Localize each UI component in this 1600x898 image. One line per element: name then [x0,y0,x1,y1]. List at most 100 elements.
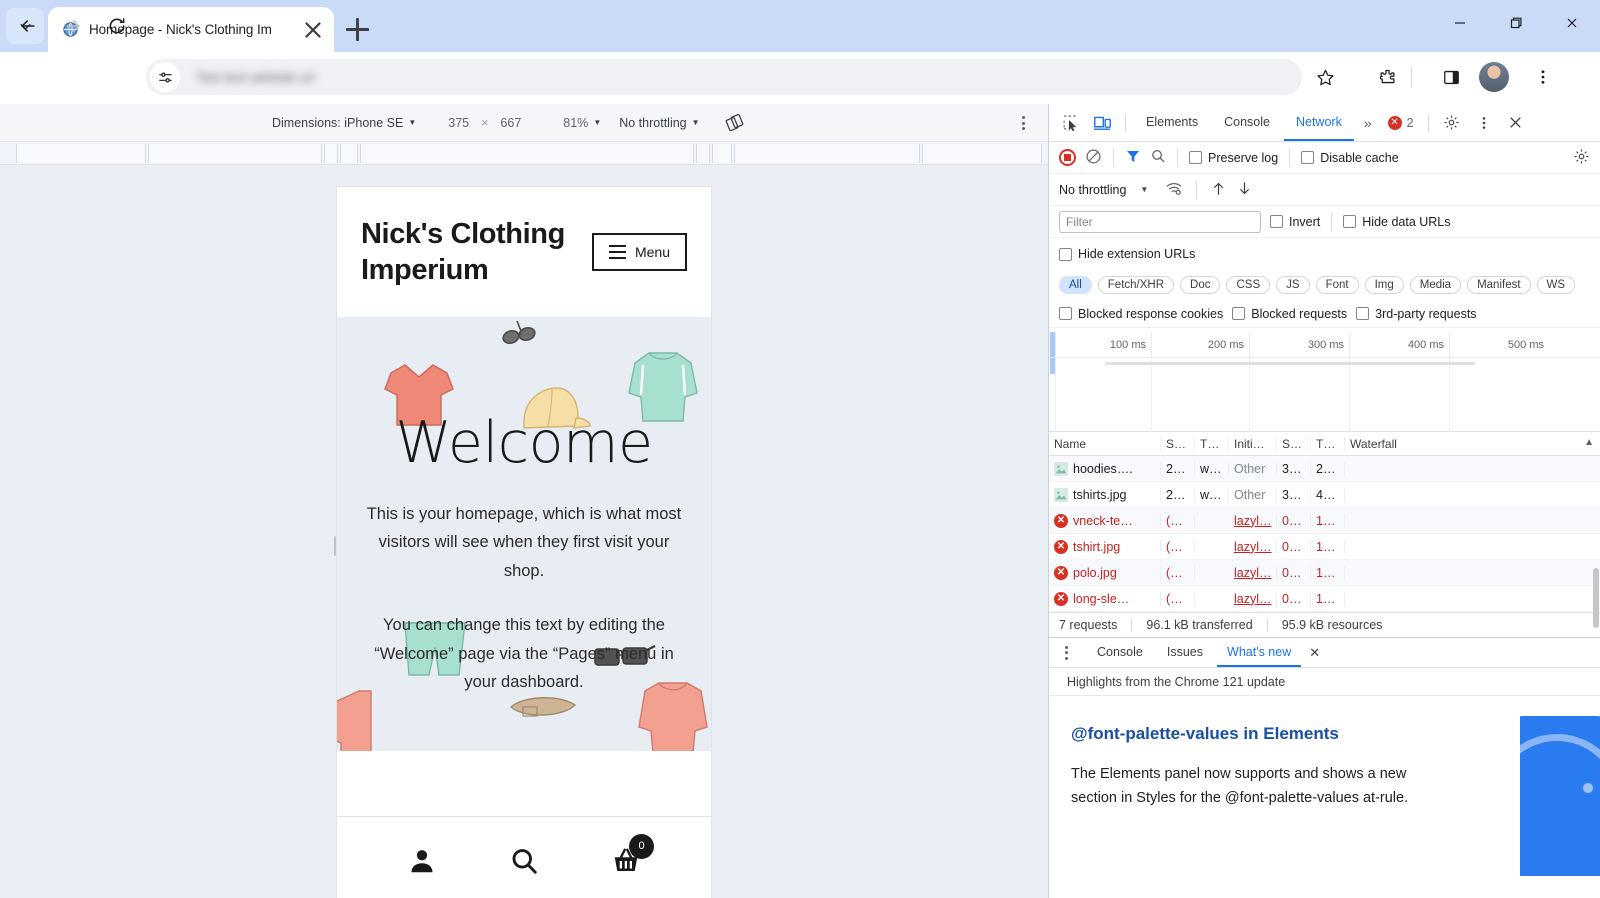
request-initiator-link[interactable]: lazyl… [1234,514,1272,528]
close-window-button[interactable] [1544,0,1600,46]
throttling-label: No throttling [619,115,687,130]
column-header-time[interactable]: T… [1311,436,1345,451]
account-person-icon[interactable] [407,846,437,881]
column-header-type[interactable]: T… [1195,436,1229,451]
media-query-ruler[interactable] [0,142,1048,165]
clear-network-icon[interactable] [1085,148,1102,168]
site-logo[interactable]: Nick's Clothing Imperium [361,216,576,289]
network-overview-timeline[interactable]: 100 ms 200 ms 300 ms 400 ms 500 ms [1049,332,1600,432]
more-tabs-chevron-icon[interactable]: » [1356,115,1380,131]
bookmark-star-icon[interactable] [1308,60,1342,94]
maximize-window-button[interactable] [1488,0,1544,46]
search-magnifier-icon[interactable] [509,846,539,881]
table-row[interactable]: hoodies…. 2… w… Other 3… 2… [1049,456,1600,482]
devtools-close-icon[interactable] [1501,109,1531,137]
device-toolbar-icon[interactable] [1087,109,1117,137]
chip-all[interactable]: All [1059,276,1092,294]
request-initiator-link[interactable]: lazyl… [1234,540,1272,554]
inspect-element-icon[interactable] [1055,109,1085,137]
chrome-menu-icon[interactable] [1526,60,1560,94]
drawer-more-icon[interactable] [1057,642,1075,664]
forward-button[interactable] [56,9,90,43]
chip-img[interactable]: Img [1364,276,1404,294]
chip-ws[interactable]: WS [1536,276,1576,294]
chip-manifest[interactable]: Manifest [1467,276,1531,294]
zoom-selector[interactable]: 81% ▼ [563,116,601,130]
rotate-device-icon[interactable] [722,110,748,136]
disable-cache-checkbox[interactable]: Disable cache [1301,151,1399,165]
tab-console[interactable]: Console [1212,104,1282,141]
hide-data-urls-checkbox[interactable]: Hide data URLs [1343,215,1451,229]
column-header-waterfall[interactable]: Waterfall [1345,437,1600,451]
request-initiator-link[interactable]: lazyl… [1234,592,1272,606]
funnel-filter-icon[interactable] [1125,148,1141,167]
column-header-size[interactable]: S… [1277,436,1311,451]
device-toolbar-more-icon[interactable] [1014,114,1032,132]
sort-chevron-icon[interactable]: ▲ [1584,437,1594,448]
network-settings-gear-icon[interactable] [1573,148,1590,168]
chip-js[interactable]: JS [1276,276,1310,294]
network-conditions-icon[interactable] [1165,179,1183,200]
network-throttling-selector[interactable]: No throttling ▼ [619,116,699,130]
record-stop-icon[interactable] [1059,149,1076,166]
chip-fetch-xhr[interactable]: Fetch/XHR [1097,276,1175,294]
request-initiator-link[interactable]: lazyl… [1234,566,1272,580]
column-header-status[interactable]: S… [1161,436,1195,451]
network-filter-input[interactable] [1059,210,1261,233]
third-party-requests-checkbox[interactable]: 3rd-party requests [1356,307,1477,321]
column-header-name[interactable]: Name [1049,436,1161,451]
new-tab-button[interactable] [340,12,375,47]
whats-new-thumbnail [1520,716,1600,876]
address-bar[interactable]: Test text website url [146,59,1302,95]
column-header-initiator[interactable]: Initi… [1229,436,1277,451]
invert-checkbox[interactable]: Invert [1270,215,1320,229]
table-row[interactable]: ✕ long-sle… (… lazyl… 0… 1… [1049,586,1600,612]
toolbar-divider [1411,66,1412,88]
hide-extension-urls-checkbox[interactable]: Hide extension URLs [1059,247,1195,261]
blocked-requests-checkbox[interactable]: Blocked requests [1232,307,1347,321]
browser-tab[interactable]: Homepage - Nick's Clothing Im [48,7,334,52]
profile-avatar[interactable] [1479,62,1509,92]
whats-new-article-title[interactable]: @font-palette-values in Elements [1071,724,1578,744]
device-preset-selector[interactable]: Dimensions: iPhone SE ▼ [272,116,416,130]
extensions-puzzle-icon[interactable] [1370,60,1404,94]
tab-network[interactable]: Network [1283,104,1354,141]
reload-button[interactable] [100,9,134,43]
chip-css[interactable]: CSS [1226,276,1271,294]
whats-new-content: @font-palette-values in Elements The Ele… [1049,696,1600,876]
site-settings-tune-icon[interactable] [150,62,180,92]
close-tab-icon[interactable] [300,17,326,43]
viewport-height-input[interactable]: 667 [500,116,521,130]
minimize-window-button[interactable] [1432,0,1488,46]
chip-media[interactable]: Media [1409,276,1462,294]
chip-doc[interactable]: Doc [1180,276,1221,294]
viewport-width-input[interactable]: 375 [448,116,469,130]
table-row[interactable]: ✕ tshirt.jpg (… lazyl… 0… 1… [1049,534,1600,560]
gear-icon[interactable] [1437,109,1467,137]
table-row[interactable]: ✕ polo.jpg (… lazyl… 0… 1… [1049,560,1600,586]
import-har-icon[interactable] [1210,180,1227,200]
chevron-down-icon: ▼ [593,118,602,127]
blocked-response-cookies-checkbox[interactable]: Blocked response cookies [1059,307,1223,321]
table-row[interactable]: tshirts.jpg 2… w… Other 3… 4… [1049,482,1600,508]
devtools-more-icon[interactable] [1469,109,1499,137]
table-row[interactable]: ✕ vneck-te… (… lazyl… 0… 1… [1049,508,1600,534]
tab-elements[interactable]: Elements [1134,104,1210,141]
close-drawer-tab-icon[interactable]: ✕ [1309,645,1320,661]
back-button[interactable] [11,9,45,43]
network-throttling-dropdown[interactable]: No throttling ▼ [1059,183,1148,197]
drawer-tab-console[interactable]: Console [1087,638,1153,667]
drawer-tab-issues[interactable]: Issues [1157,638,1213,667]
chip-font[interactable]: Font [1315,276,1359,294]
drawer-tab-whats-new[interactable]: What's new [1217,638,1302,667]
blocked-response-cookies-label: Blocked response cookies [1078,306,1224,321]
menu-button[interactable]: Menu [591,233,687,271]
network-table-scrollbar[interactable] [1591,550,1600,710]
cart-basket-icon[interactable]: 0 [611,833,654,881]
error-count-indicator[interactable]: ✕ 2 [1382,115,1420,130]
preserve-log-label: Preserve log [1208,150,1279,165]
search-icon[interactable] [1150,148,1166,167]
side-panel-icon[interactable] [1434,60,1468,94]
export-har-icon[interactable] [1236,180,1253,200]
preserve-log-checkbox[interactable]: Preserve log [1189,151,1278,165]
